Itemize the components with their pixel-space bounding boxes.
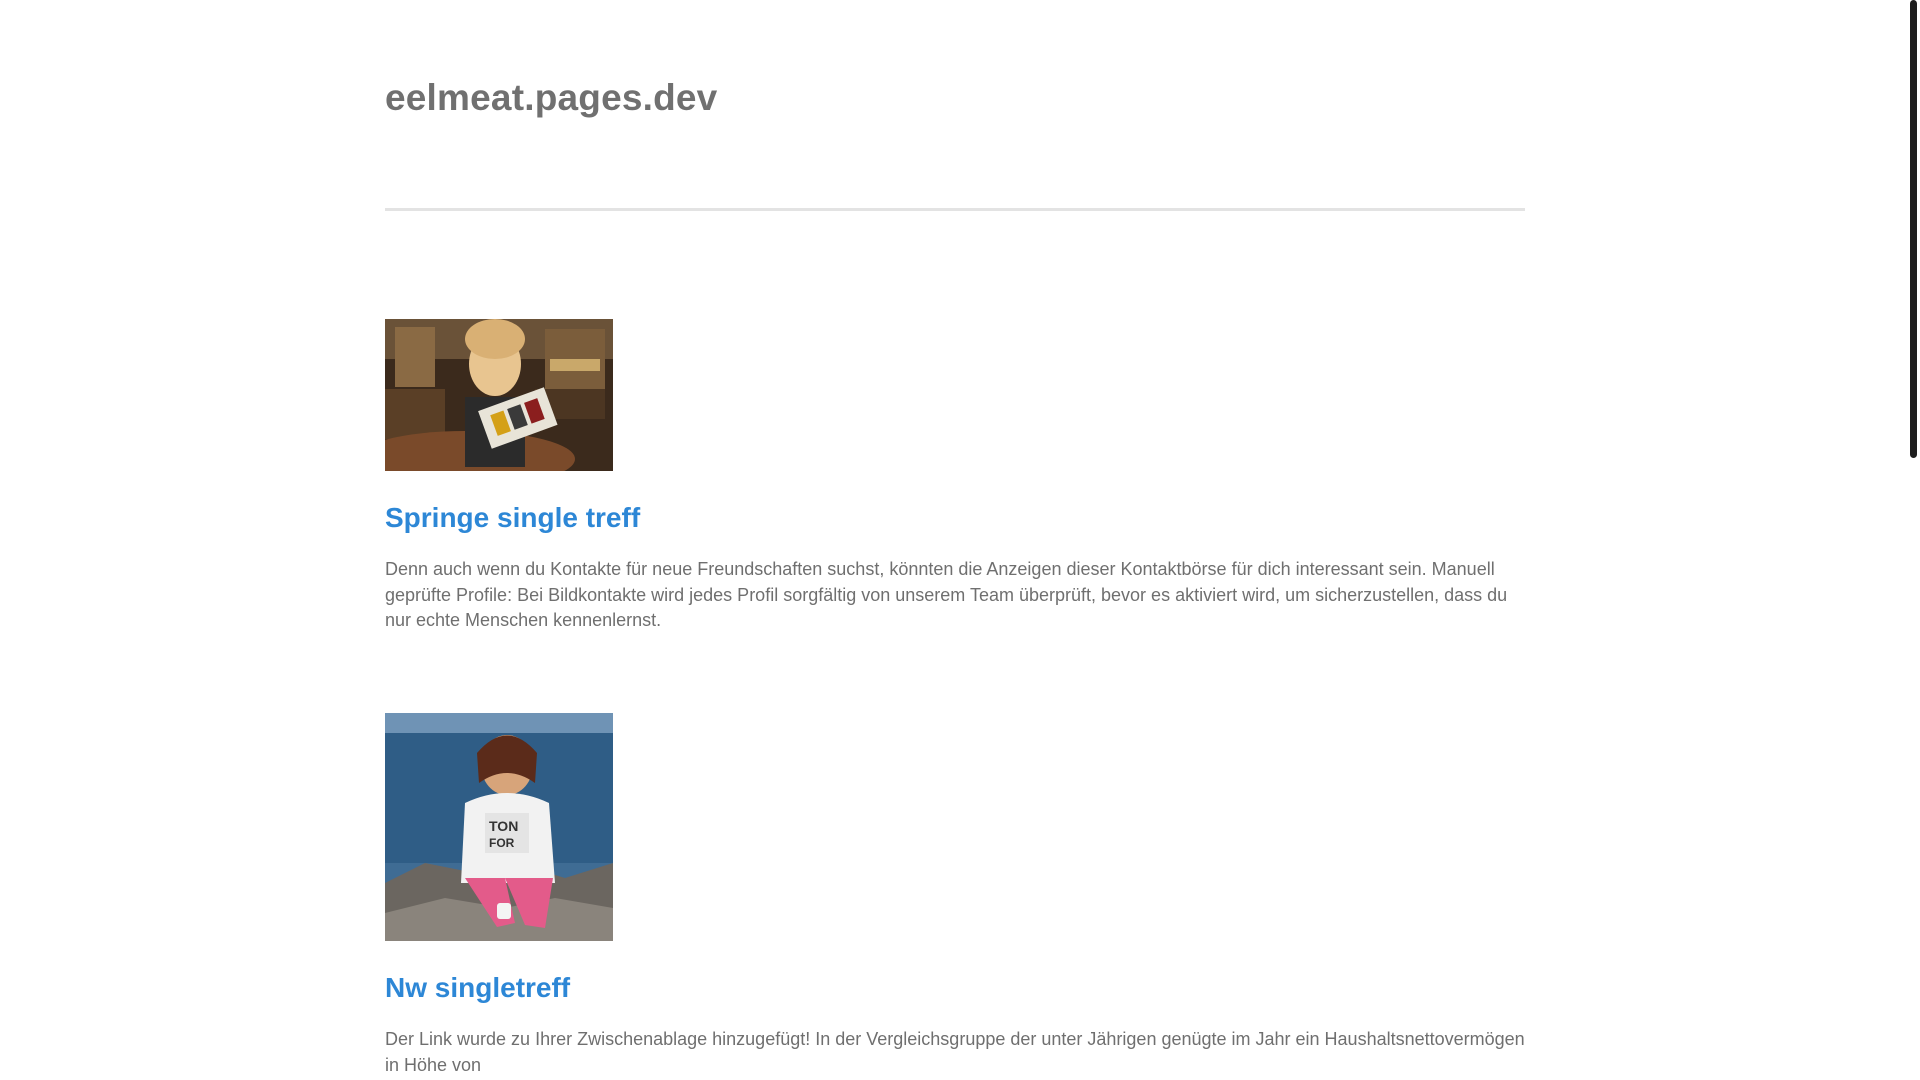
post-card: Springe single treff Denn auch wenn du K…: [385, 319, 1525, 634]
svg-text:TON: TON: [489, 818, 518, 834]
svg-text:FOR: FOR: [489, 836, 515, 850]
site-title-link[interactable]: eelmeat.pages.dev: [385, 76, 717, 120]
page: eelmeat.pages.dev Springe single treff D…: [0, 0, 1920, 1080]
post-thumbnail-woman-in-shop[interactable]: [385, 319, 613, 471]
post-title-link[interactable]: Nw singletreff: [385, 971, 1525, 1005]
post-title-link[interactable]: Springe single treff: [385, 501, 1525, 535]
post-excerpt: Denn auch wenn du Kontakte für neue Freu…: [385, 559, 1508, 630]
scrollbar-thumb[interactable]: [1910, 0, 1917, 458]
post-card: TON FOR Nw singletreff Der Link wurde zu…: [385, 713, 1525, 1078]
woman-in-shop-photo: [385, 319, 613, 471]
post-thumbnail-woman-by-sea[interactable]: TON FOR: [385, 713, 613, 941]
woman-by-sea-photo: TON FOR: [385, 713, 613, 941]
post-excerpt: Der Link wurde zu Ihrer Zwischenablage h…: [385, 1029, 1525, 1075]
header-divider: [385, 208, 1525, 211]
vertical-scrollbar[interactable]: [1908, 0, 1920, 1080]
